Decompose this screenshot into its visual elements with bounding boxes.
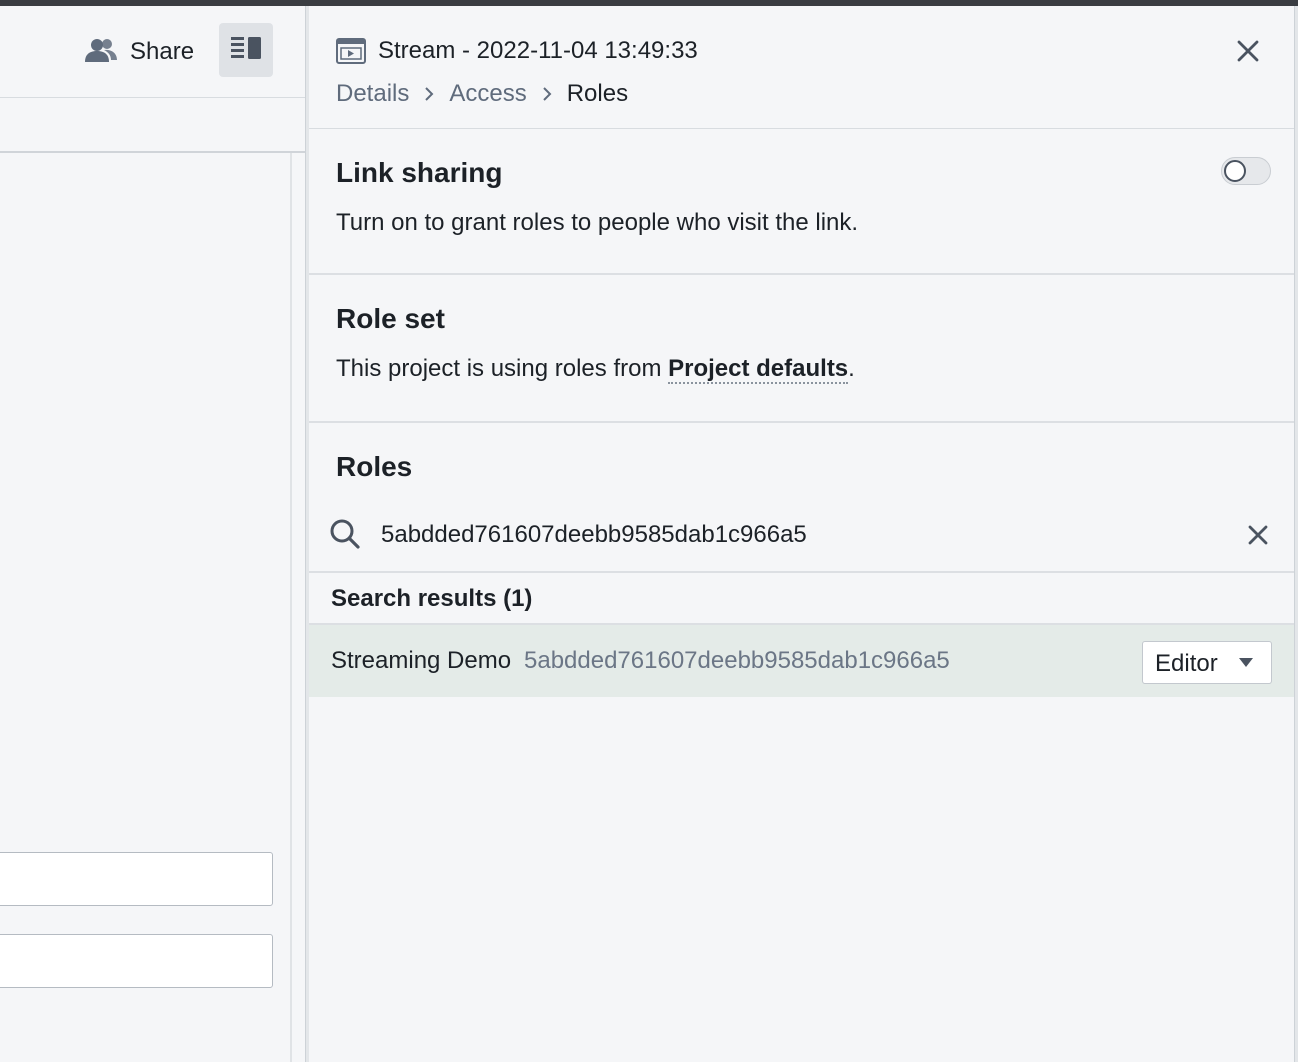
role-set-suffix: . (848, 355, 855, 382)
role-set-prefix: This project is using roles from (336, 355, 669, 382)
breadcrumb: Details Access Roles (336, 80, 628, 108)
search-results-header: Search results (1) (309, 573, 1294, 625)
roles-section: Roles (309, 423, 1294, 573)
left-subbar (0, 98, 306, 153)
search-results-count: Search results (1) (331, 585, 533, 612)
panel-layout-icon (231, 36, 261, 65)
stream-icon (336, 38, 366, 64)
roles-search-input[interactable] (381, 517, 1221, 553)
search-result-row[interactable]: Streaming Demo 5abdded761607deebb9585dab… (309, 625, 1294, 697)
panel-header: Stream - 2022-11-04 13:49:33 Details Acc… (309, 6, 1294, 129)
link-sharing-toggle[interactable] (1221, 157, 1271, 185)
role-set-section: Role set This project is using roles fro… (309, 275, 1294, 423)
right-edge-divider (1294, 6, 1298, 1062)
clear-search-icon[interactable] (1247, 524, 1269, 546)
link-sharing-description: Turn on to grant roles to people who vis… (336, 209, 859, 236)
role-select[interactable]: Editor (1142, 641, 1272, 684)
role-set-description: This project is using roles from Project… (336, 355, 855, 384)
result-name: Streaming Demo (331, 647, 512, 674)
left-pane: Share (0, 6, 306, 1062)
share-button[interactable]: Share (84, 32, 194, 72)
breadcrumb-details[interactable]: Details (336, 80, 409, 108)
caret-down-icon (1239, 658, 1253, 667)
result-id: 5abdded761607deebb9585dab1c966a5 (524, 647, 950, 674)
panel-title: Stream - 2022-11-04 13:49:33 (378, 37, 698, 64)
link-sharing-section: Link sharing Turn on to grant roles to p… (309, 129, 1294, 275)
link-sharing-title: Link sharing (336, 157, 503, 188)
roles-title: Roles (336, 451, 413, 482)
people-icon (84, 37, 118, 68)
toggle-knob (1224, 160, 1246, 182)
left-scroll-track (290, 153, 292, 1062)
role-select-value: Editor (1155, 650, 1218, 677)
breadcrumb-current: Roles (566, 80, 629, 107)
share-label: Share (130, 38, 195, 65)
access-panel: Stream - 2022-11-04 13:49:33 Details Acc… (309, 6, 1294, 1062)
panel-toggle-button[interactable] (219, 23, 273, 77)
breadcrumb-access[interactable]: Access (449, 80, 526, 108)
left-toolbar: Share (0, 6, 306, 98)
role-set-title: Role set (336, 303, 445, 334)
left-input-field[interactable] (0, 852, 273, 906)
search-icon (329, 518, 361, 550)
close-icon[interactable] (1235, 38, 1261, 64)
left-input-field[interactable] (0, 934, 273, 988)
chevron-right-icon (527, 82, 567, 106)
project-defaults-link[interactable]: Project defaults (668, 355, 849, 384)
chevron-right-icon (409, 82, 449, 106)
